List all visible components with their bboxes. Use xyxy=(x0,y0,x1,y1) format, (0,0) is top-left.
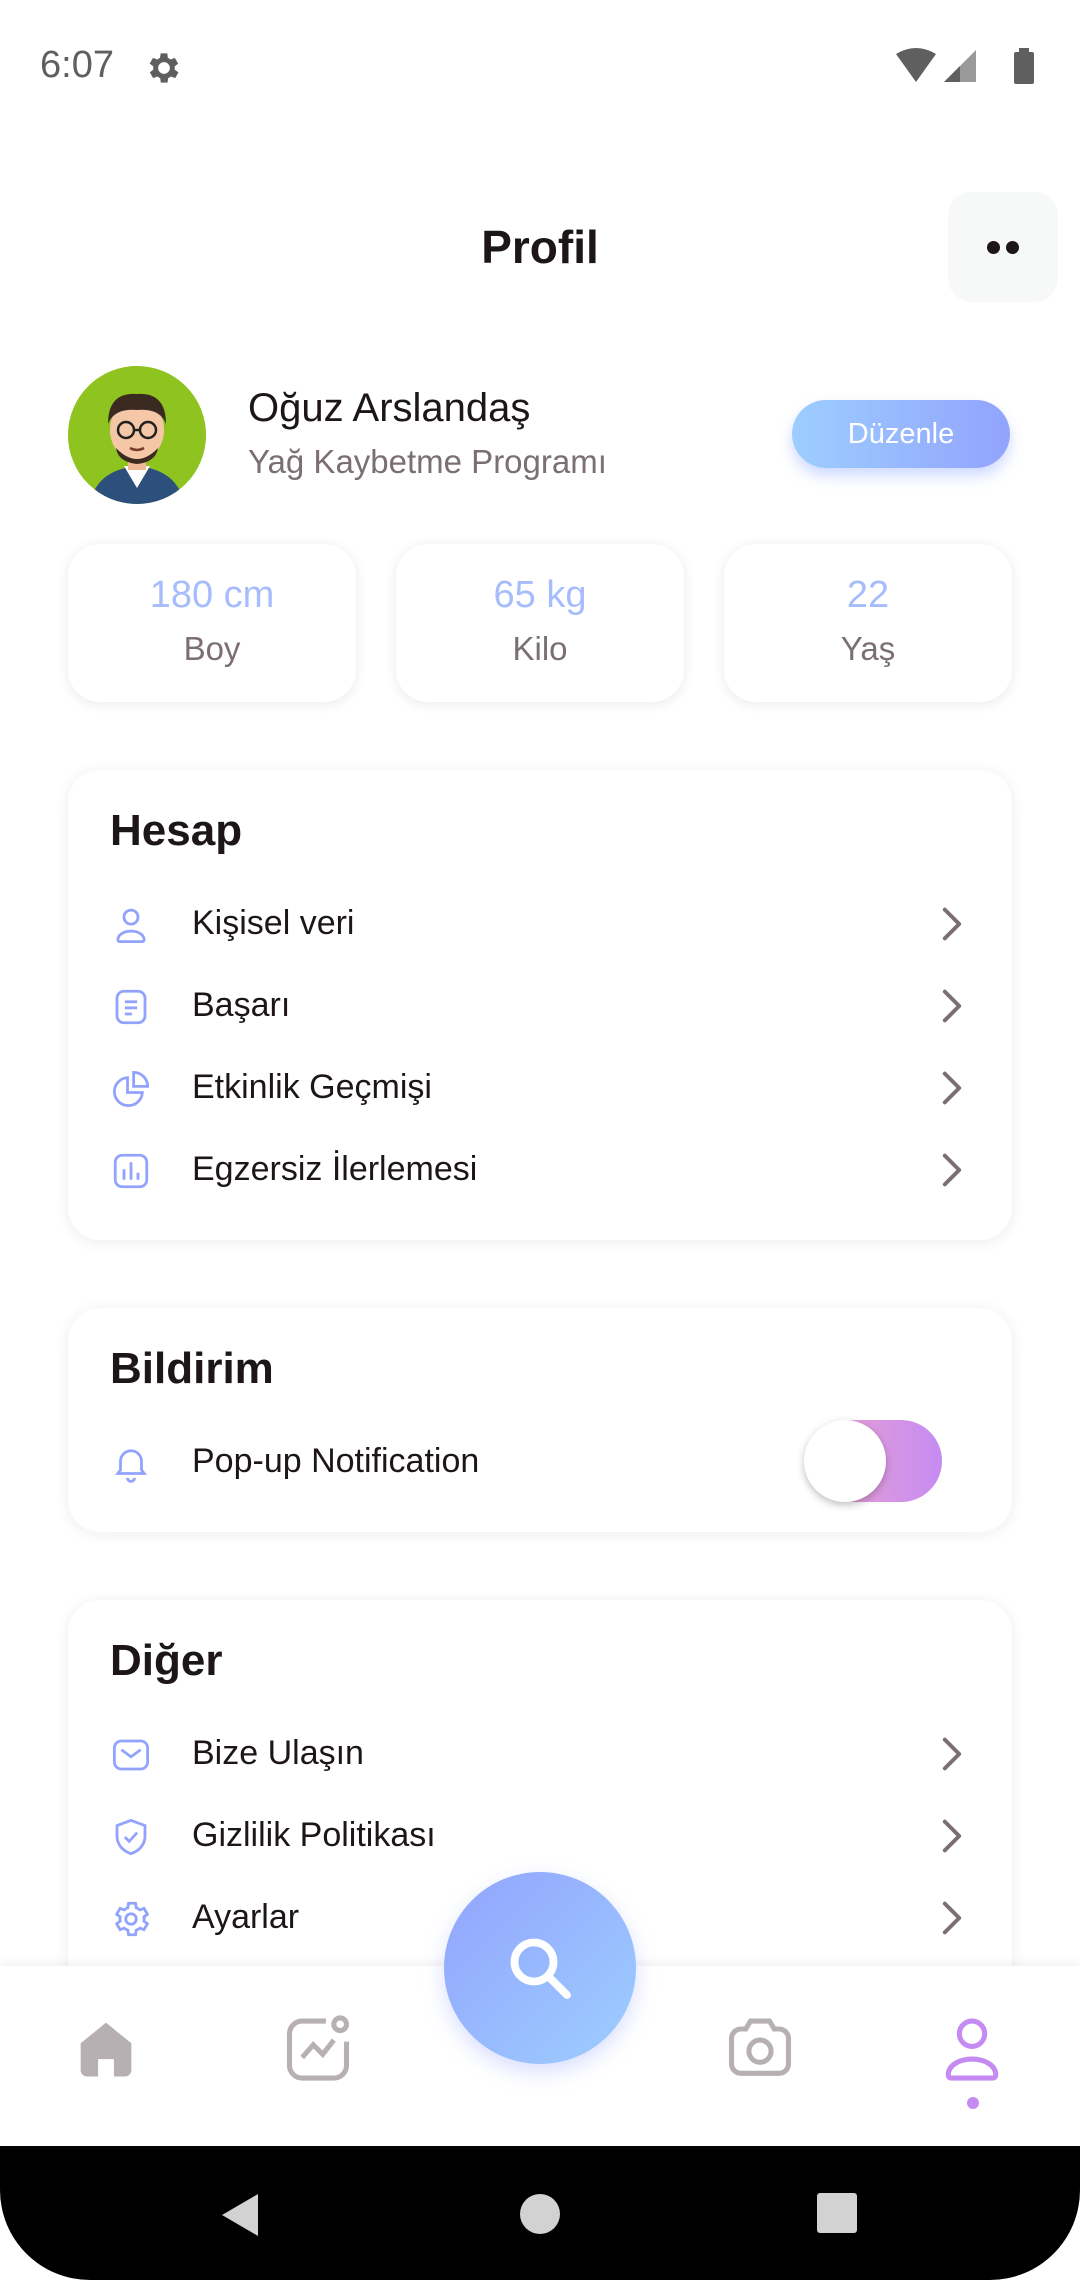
activity-icon[interactable] xyxy=(280,2010,356,2086)
chevron-right-icon xyxy=(942,989,962,1023)
edit-profile-button[interactable]: Düzenle xyxy=(792,400,1010,468)
stat-card-weight: 65 kg Kilo xyxy=(396,544,684,702)
page-title: Profil xyxy=(481,221,599,273)
search-icon xyxy=(510,1938,571,1999)
search-button[interactable] xyxy=(444,1872,636,2064)
menu-item-label: Etkinlik Geçmişi xyxy=(192,1068,432,1106)
notification-section: Bildirim Pop-up Notification xyxy=(68,1308,1012,1532)
battery-icon xyxy=(1014,52,1034,84)
stat-value: 22 xyxy=(846,574,890,616)
menu-item-label: Pop-up Notification xyxy=(192,1442,480,1480)
stat-card-age: 22 Yaş xyxy=(724,544,1012,702)
camera-icon[interactable] xyxy=(722,2010,798,2086)
wifi-icon xyxy=(896,48,936,82)
shield-icon xyxy=(115,1818,147,1856)
bell-icon xyxy=(115,1449,147,1483)
document-icon xyxy=(115,989,147,1025)
stat-value: 65 kg xyxy=(493,574,587,616)
pie-chart-icon xyxy=(113,1070,150,1107)
profile-icon[interactable] xyxy=(934,2010,1010,2086)
toggle-knob xyxy=(804,1420,886,1502)
recents-icon[interactable] xyxy=(816,2192,858,2234)
mail-icon xyxy=(112,1739,150,1771)
menu-item-workout-progress[interactable]: Egzersiz İlerlemesi xyxy=(68,1130,1012,1210)
chevron-right-icon xyxy=(942,1819,962,1853)
menu-item-label: Ayarlar xyxy=(192,1898,300,1936)
menu-item-achievement[interactable]: Başarı xyxy=(68,966,1012,1046)
popup-notification-toggle[interactable] xyxy=(804,1420,942,1502)
active-indicator xyxy=(967,2097,979,2109)
bar-chart-icon xyxy=(113,1153,149,1189)
section-title: Diğer xyxy=(110,1636,223,1685)
section-title: Bildirim xyxy=(110,1344,274,1393)
more-dot-icon xyxy=(1006,241,1019,254)
menu-item-label: Başarı xyxy=(192,986,291,1024)
stat-value: 180 cm xyxy=(149,574,275,616)
menu-item-activity-history[interactable]: Etkinlik Geçmişi xyxy=(68,1048,1012,1128)
avatar xyxy=(68,366,206,504)
section-title: Hesap xyxy=(110,806,243,855)
chevron-right-icon xyxy=(942,1153,962,1187)
stat-card-height: 180 cm Boy xyxy=(68,544,356,702)
chevron-right-icon xyxy=(942,1737,962,1771)
gear-icon xyxy=(149,53,179,83)
stat-label: Kilo xyxy=(512,630,568,667)
user-icon xyxy=(116,908,146,944)
home-system-icon[interactable] xyxy=(518,2192,562,2236)
menu-item-label: Egzersiz İlerlemesi xyxy=(192,1150,478,1188)
gear-icon xyxy=(114,1901,150,1937)
status-icons xyxy=(896,48,1034,84)
chevron-right-icon xyxy=(942,907,962,941)
home-icon[interactable] xyxy=(68,2010,144,2086)
more-dot-icon xyxy=(987,241,1000,254)
status-bar: 6:07 xyxy=(0,0,1080,136)
menu-item-label: Bize Ulaşın xyxy=(192,1734,364,1772)
menu-item-label: Kişisel veri xyxy=(192,904,355,942)
menu-item-label: Gizlilik Politikası xyxy=(192,1816,436,1854)
stat-label: Yaş xyxy=(840,630,896,667)
chevron-right-icon xyxy=(942,1071,962,1105)
account-section: Hesap Kişisel veri Başarı Etkinlik Geçmi… xyxy=(68,770,1012,1240)
stat-label: Boy xyxy=(183,630,241,667)
avatar-illustration xyxy=(68,366,206,504)
status-time: 6:07 xyxy=(40,44,114,86)
back-icon[interactable] xyxy=(218,2192,262,2238)
system-nav-bar xyxy=(0,2146,1080,2280)
chevron-right-icon xyxy=(942,1901,962,1935)
user-name: Oğuz Arslandaş xyxy=(248,386,531,430)
more-options-button[interactable] xyxy=(948,192,1058,302)
user-program: Yağ Kaybetme Programı xyxy=(248,443,607,480)
menu-item-contact-us[interactable]: Bize Ulaşın xyxy=(68,1714,1012,1794)
menu-item-privacy-policy[interactable]: Gizlilik Politikası xyxy=(68,1796,1012,1876)
menu-item-personal-data[interactable]: Kişisel veri xyxy=(68,884,1012,964)
